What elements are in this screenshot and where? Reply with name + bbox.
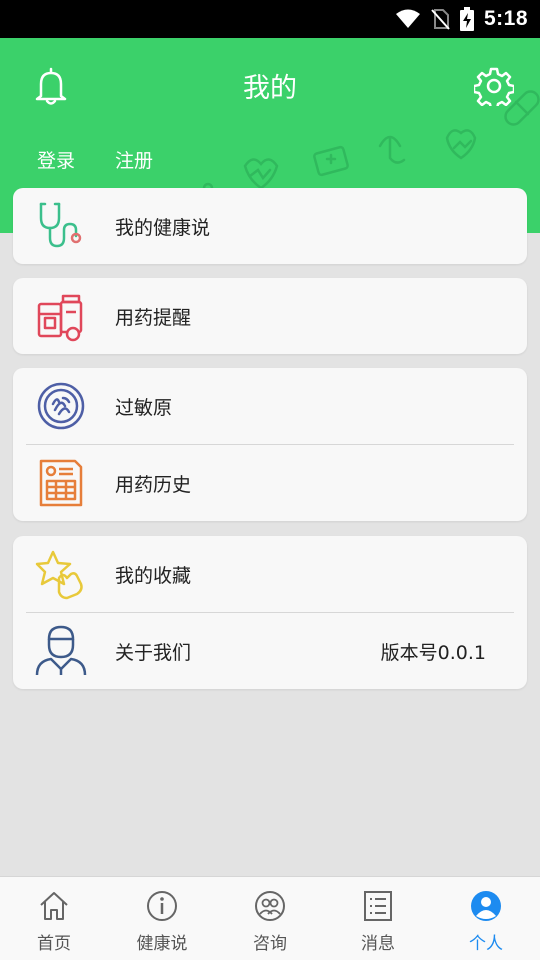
gear-icon[interactable] xyxy=(474,66,514,106)
home-icon xyxy=(40,892,68,920)
star-hand-icon xyxy=(35,550,83,600)
tab-home-label: 首页 xyxy=(37,934,71,954)
wifi-icon xyxy=(395,9,420,28)
no-sim-icon xyxy=(431,9,450,30)
tab-consult[interactable]: 咨询 xyxy=(216,877,324,960)
tab-messages-label: 消息 xyxy=(361,934,395,954)
status-bar: 5:18 xyxy=(0,0,540,38)
status-time: 5:18 xyxy=(483,7,528,30)
allergen-label: 过敏原 xyxy=(115,396,173,419)
person-icon xyxy=(471,891,501,921)
tab-messages[interactable]: 消息 xyxy=(324,877,432,960)
favorites-label: 我的收藏 xyxy=(115,564,192,587)
allergen-item[interactable]: 过敏原 xyxy=(13,368,527,444)
medication-reminder-item[interactable]: 用药提醒 xyxy=(13,278,527,354)
info-icon xyxy=(147,891,177,921)
medicine-bottles-icon xyxy=(37,294,83,342)
tab-profile-label: 个人 xyxy=(469,934,503,954)
tab-health-talk-label: 健康说 xyxy=(136,934,188,954)
bottom-tab-bar: 首页 健康说 咨询 消息 个人 xyxy=(0,876,540,960)
stethoscope-icon xyxy=(39,202,82,248)
about-us-item[interactable]: 关于我们 版本号0.0.1 xyxy=(13,613,527,689)
status-icons: 5:18 xyxy=(395,6,528,32)
register-link[interactable]: 注册 xyxy=(115,146,153,173)
tab-consult-label: 咨询 xyxy=(253,934,287,954)
allergen-icon xyxy=(37,382,85,430)
version-label: 版本号0.0.1 xyxy=(380,641,486,664)
tab-home[interactable]: 首页 xyxy=(0,877,108,960)
medication-reminder-label: 用药提醒 xyxy=(115,306,192,329)
my-health-talk-item[interactable]: 我的健康说 xyxy=(13,188,527,264)
favorites-item[interactable]: 我的收藏 xyxy=(13,536,527,612)
my-health-talk-label: 我的健康说 xyxy=(115,216,211,239)
medication-history-item[interactable]: 用药历史 xyxy=(13,445,527,521)
list-icon xyxy=(364,891,392,921)
medication-history-label: 用药历史 xyxy=(115,473,192,496)
battery-charging-icon xyxy=(459,7,474,31)
medical-record-icon xyxy=(39,459,83,507)
tab-health-talk[interactable]: 健康说 xyxy=(108,877,216,960)
login-link[interactable]: 登录 xyxy=(37,146,75,173)
doctor-avatar-icon xyxy=(35,625,87,676)
page-title: 我的 xyxy=(243,73,297,104)
favorites-about-card: 我的收藏 关于我们 版本号0.0.1 xyxy=(13,536,527,689)
about-us-label: 关于我们 xyxy=(115,641,192,664)
allergy-history-card: 过敏原 用药历史 xyxy=(13,368,527,521)
health-talk-card: 我的健康说 xyxy=(13,188,527,264)
consult-icon xyxy=(255,891,285,921)
tab-profile[interactable]: 个人 xyxy=(432,877,540,960)
medication-reminder-card: 用药提醒 xyxy=(13,278,527,354)
